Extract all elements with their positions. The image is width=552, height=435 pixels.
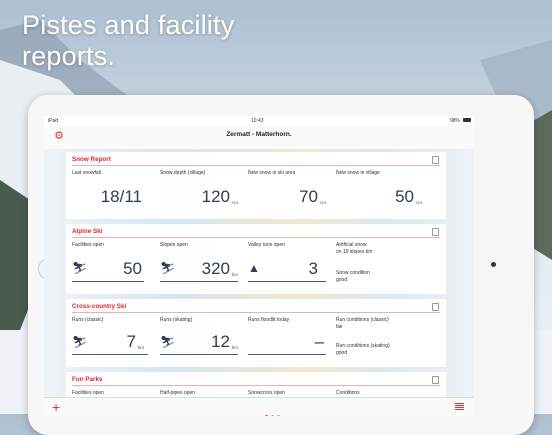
artificial-snow-label: Artificial snow xyxy=(336,242,367,248)
page-indicator[interactable] xyxy=(265,405,283,416)
alpine-ski-card[interactable]: Alpine Ski Facilities open ⛷ 50 Slopes o… xyxy=(66,224,446,294)
item-label: Facilities open xyxy=(72,390,104,396)
skier-icon: ⛷ xyxy=(160,261,176,275)
copy-icon[interactable] xyxy=(432,376,439,384)
snow-condition-value: good xyxy=(336,277,348,283)
item-value: 70 xyxy=(299,187,318,206)
cross-country-skier-icon: ⛷ xyxy=(72,335,88,349)
clock: 10:43 xyxy=(251,118,264,124)
item-label: Runs floodlit today xyxy=(248,317,290,323)
headline-line-1: Pistes and facility xyxy=(22,10,235,40)
tab-bar: + xyxy=(44,397,474,416)
run-condition-skating-label: Run conditions (skating) xyxy=(336,343,390,349)
battery-icon xyxy=(463,118,471,122)
copy-icon[interactable] xyxy=(432,228,439,236)
camera-dot xyxy=(491,262,496,267)
item-label: Facilities open xyxy=(72,242,104,248)
page-title: Zermatt - Matterhorn. xyxy=(226,131,292,138)
artificial-snow-value: on 19 slopes km xyxy=(336,249,373,255)
snow-report-card[interactable]: Snow Report Last snowfall 18/11 Snow dep… xyxy=(66,152,446,219)
item-value: 320 xyxy=(201,259,230,278)
item-unit: cm xyxy=(416,200,422,205)
plus-icon[interactable]: + xyxy=(52,399,60,415)
item-value: 50 xyxy=(123,259,142,278)
status-bar: iPad 10:43 98% xyxy=(44,116,474,125)
run-condition-skating-value: good xyxy=(336,350,348,356)
card-title: Cross-country Ski xyxy=(72,303,127,310)
item-label: Last snowfall xyxy=(72,170,101,176)
item-value: – xyxy=(314,332,324,351)
report-content[interactable]: Snow Report Last snowfall 18/11 Snow dep… xyxy=(44,149,474,412)
card-title: Snow Report xyxy=(72,156,111,163)
card-title: Fun Parks xyxy=(72,376,103,383)
item-label: Runs (classic) xyxy=(72,317,104,323)
item-label: New snow in village xyxy=(336,170,380,176)
page-dot[interactable] xyxy=(277,415,280,416)
divider xyxy=(72,385,440,386)
item-label: Runs (skating) xyxy=(160,317,193,323)
item-value: 120 xyxy=(201,187,230,206)
device-label: iPad xyxy=(48,118,59,124)
divider xyxy=(72,354,148,355)
item-unit: cm xyxy=(232,200,238,205)
app-screen: iPad 10:43 98% ⚙ Zermatt - Matterhorn. S… xyxy=(44,116,474,416)
item-label: Snowcross open xyxy=(248,390,285,396)
copy-icon[interactable] xyxy=(432,156,439,164)
cross-country-card[interactable]: Cross-country Ski Runs (classic) ⛷ 7 km … xyxy=(66,299,446,367)
run-condition-classic-label: Run conditions (classic) xyxy=(336,317,389,323)
item-label: Snow depth (village) xyxy=(160,170,206,176)
list-icon[interactable] xyxy=(455,403,464,410)
item-value: 3 xyxy=(308,259,318,278)
item-label: New snow in ski area xyxy=(248,170,296,176)
snow-condition-label: Snow condition xyxy=(336,270,370,276)
divider xyxy=(160,281,238,282)
item-label: Slopes open xyxy=(160,242,188,248)
headline-line-2: reports. xyxy=(22,41,116,71)
divider xyxy=(72,165,440,166)
divider xyxy=(72,237,440,238)
item-value: 7 xyxy=(126,332,136,351)
item-value: 12 xyxy=(211,332,230,351)
page-dot[interactable] xyxy=(265,415,268,416)
mountain-icon: ▲ xyxy=(248,261,260,275)
item-value: 18/11 xyxy=(100,187,142,206)
run-condition-classic-value: fair xyxy=(336,324,343,330)
headline: Pistes and facility reports. xyxy=(22,10,234,72)
item-unit: km xyxy=(232,345,238,350)
item-label: Valley runs open xyxy=(248,242,285,248)
divider xyxy=(160,354,238,355)
divider xyxy=(248,281,326,282)
item-unit: km xyxy=(232,272,238,277)
item-unit: km xyxy=(138,345,144,350)
skating-skier-icon: ⛷ xyxy=(160,335,176,349)
ski-lift-icon: ⛷ xyxy=(72,261,88,275)
navigation-bar: ⚙ Zermatt - Matterhorn. xyxy=(44,125,474,150)
battery-label: 98% xyxy=(449,118,460,124)
divider xyxy=(248,354,326,355)
divider xyxy=(72,281,144,282)
item-unit: cm xyxy=(320,200,326,205)
copy-icon[interactable] xyxy=(432,303,439,311)
divider xyxy=(72,312,440,313)
page-dot[interactable] xyxy=(271,415,274,416)
card-title: Alpine Ski xyxy=(72,228,103,235)
item-value: 50 xyxy=(395,187,414,206)
item-label: Half-pipes open xyxy=(160,390,196,396)
item-label: Conditions xyxy=(336,390,360,396)
